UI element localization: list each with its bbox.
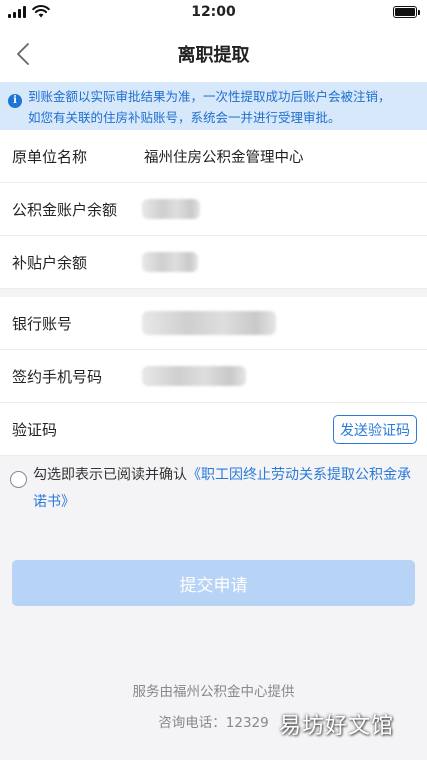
info-icon: i (8, 94, 22, 108)
footer-service: 服务由福州公积金中心提供 (132, 684, 295, 700)
notice-banner: i 到账金额以实际审批结果为准，一次性提取成功后账户会被注销， 如您有关联的住房… (0, 82, 427, 130)
subsidy-balance-redacted (142, 252, 198, 272)
employer-row: 原单位名称 福州住房公积金管理中心 (0, 130, 427, 183)
fund-balance-row: 公积金账户余额 (0, 183, 427, 236)
send-code-button[interactable]: 发送验证码 (333, 415, 417, 444)
nav-bar: 离职提取 (0, 26, 427, 82)
bank-account-label: 银行账号 (12, 314, 73, 333)
notice-line-1: 到账金额以实际审批结果为准，一次性提取成功后账户会被注销， (28, 89, 391, 104)
battery-icon (393, 6, 420, 18)
page-title: 离职提取 (177, 45, 250, 66)
subsidy-balance-row: 补贴户余额 (0, 236, 427, 289)
bank-account-row: 银行账号 (0, 297, 427, 350)
code-row: 验证码 发送验证码 (0, 403, 427, 456)
submit-button[interactable]: 提交申请 (12, 560, 415, 606)
notice-line-2: 如您有关联的住房补贴账号，系统会一并进行受理审批。 (28, 110, 341, 125)
subsidy-balance-label: 补贴户余额 (12, 253, 88, 272)
status-time: 12:00 (191, 4, 236, 20)
code-label: 验证码 (12, 420, 58, 439)
withdrawal-form: 原单位名称 福州住房公积金管理中心 公积金账户余额 补贴户余额 银行账号 签约手… (0, 130, 427, 456)
agreement-prefix: 勾选即表示已阅读并确认 (33, 467, 187, 483)
chevron-left-icon[interactable] (12, 40, 38, 68)
phone-redacted (142, 366, 246, 386)
agreement: 勾选即表示已阅读并确认《职工因终止劳动关系提取公积金承诺书》 (0, 462, 427, 516)
agreement-checkbox[interactable] (10, 471, 27, 488)
phone-label: 签约手机号码 (12, 367, 103, 386)
agreement-text: 勾选即表示已阅读并确认《职工因终止劳动关系提取公积金承诺书》 (33, 462, 421, 516)
phone-row: 签约手机号码 (0, 350, 427, 403)
bank-account-redacted (142, 311, 276, 335)
employer-value: 福州住房公积金管理中心 (144, 149, 304, 166)
footer-hotline: 咨询电话：12329 (158, 715, 269, 731)
employer-label: 原单位名称 (12, 147, 88, 166)
status-bar: 12:00 (0, 0, 427, 26)
fund-balance-redacted (142, 199, 200, 219)
fund-balance-label: 公积金账户余额 (12, 200, 118, 219)
